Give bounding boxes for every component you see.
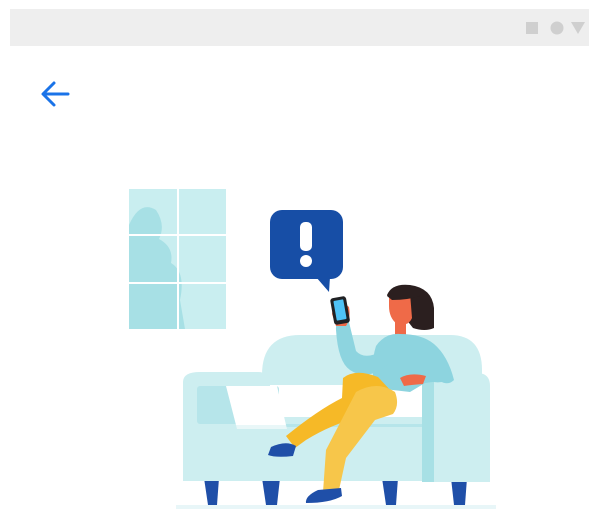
exclamation-icon bbox=[300, 222, 312, 267]
screen bbox=[0, 0, 589, 509]
window bbox=[129, 189, 226, 329]
notification-illustration bbox=[129, 189, 496, 509]
floor-shadow bbox=[176, 505, 496, 509]
alert-bubble bbox=[270, 210, 343, 292]
